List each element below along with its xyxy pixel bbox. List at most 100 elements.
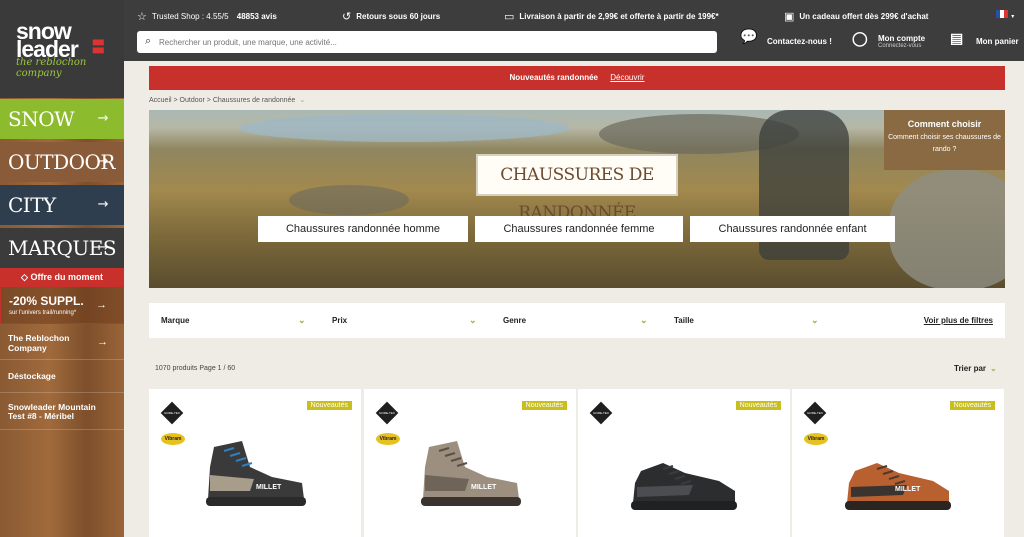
logo[interactable]: snow leader ■■ ■■ the reblochon company [0,0,124,98]
shoe-brand-text: MILLET [895,486,921,493]
sidebar-item-label: City [8,193,56,217]
filter-label: Prix [332,316,348,325]
hero-banner: Chaussures de randonnée Chaussures rando… [149,110,1005,288]
trusted-reviews: 48853 avis [236,12,277,21]
chevron-down-icon: ⌄ [299,97,306,104]
cadeau-info[interactable]: ▣ Un cadeau offert dès 299€ d'achat [784,10,928,23]
hiking-shoe-image: MILLET [206,441,306,506]
product-card[interactable]: Nouveautés GORE-TEX Vibram MILLET [149,389,361,537]
hero-lake [239,114,569,142]
sidebar-item-mountain-test[interactable]: Snowleader Mountain Test #8 - Méribel [0,394,124,430]
hero-rock [889,170,1005,288]
hiking-shoe-image: MILLET [845,463,951,510]
hiking-shoe-image: MILLET [421,441,521,506]
chevron-down-icon: ⌄ [990,364,997,373]
logo-tagline: the reblochon company [16,57,87,79]
product-card[interactable]: Nouveautés GORE-TEX Vibram MILLET [792,389,1004,537]
vibram-icon: Vibram [161,433,185,445]
arrow-right-icon: → [97,111,109,126]
retours-label: Retours sous 60 jours [356,12,441,21]
promo-item[interactable]: -20% SUPPL. sur l'univers trail/running*… [0,286,124,324]
hero-title: Chaussures de randonnée [476,154,678,223]
gore-tex-icon: GORE-TEX [589,401,613,425]
arrow-right-icon: → [97,240,109,255]
language-flag-icon[interactable]: ▾ [996,10,1014,20]
sort-dropdown[interactable]: Trier par ⌄ [954,364,997,373]
breadcrumb[interactable]: Accueil > Outdoor > Chaussures de randon… [149,96,305,104]
sidebar-item-label: The Reblochon Company [8,333,70,353]
sidebar-item-label: Déstockage [8,371,56,381]
logo-swiss-cross-icon: ■■ ■■ [92,35,104,57]
hero-button-femme[interactable]: Chaussures randonnée femme [475,216,683,242]
vibram-icon: Vibram [376,433,400,445]
guide-title: Comment choisir [907,119,982,129]
filter-label: Taille [674,316,694,325]
filter-label: Genre [503,316,527,325]
nouveautes-badge: Nouveautés [521,401,567,410]
retours-info[interactable]: ↺ Retours sous 60 jours [342,10,440,23]
more-filters-link[interactable]: Voir plus de filtres [924,303,993,338]
product-card[interactable]: Nouveautés GORE-TEX Vibram MILLET [364,389,576,537]
nouveautes-badge: Nouveautés [306,401,352,410]
filter-bar: Marque ⌄ Prix ⌄ Genre ⌄ Taille ⌄ Voir pl… [149,303,1005,338]
offre-du-moment-banner[interactable]: ◇ Offre du moment [0,268,124,286]
arrow-right-icon: → [96,299,107,311]
breadcrumb-text: Accueil > Outdoor > Chaussures de randon… [149,97,296,104]
filter-taille[interactable]: Taille ⌄ [674,303,822,338]
sidebar-item-label: Snowleader Mountain Test #8 - Méribel [8,402,96,421]
chevron-down-icon: ⌄ [640,315,648,325]
hero-button-enfant[interactable]: Chaussures randonnée enfant [690,216,895,242]
sidebar-item-city[interactable]: City → [0,185,124,225]
arrow-right-icon: → [97,154,109,169]
cart-icon: ▤ [950,30,964,46]
trusted-label: Trusted Shop : 4.55/5 [151,12,229,21]
shoe-sole [421,497,521,506]
product-card[interactable]: Nouveautés GORE-TEX [578,389,790,537]
promo-bar-text: Nouveautés randonnée [509,73,598,82]
search-input[interactable] [159,34,699,50]
hiking-shoe-image [631,463,737,510]
filter-label: Marque [161,316,190,325]
cart-label: Mon panier [976,37,1019,46]
arrow-right-icon: → [97,197,109,212]
livraison-info[interactable]: ▭ Livraison à partir de 2,99€ et offerte … [504,10,719,23]
gift-icon: ▣ [784,11,795,23]
search-bar[interactable]: ⌕ [137,31,717,53]
sort-label: Trier par [954,364,987,373]
cadeau-label: Un cadeau offert dès 299€ d'achat [799,12,929,21]
offre-label: Offre du moment [30,272,103,282]
sidebar-item-label: Snow [8,107,75,131]
filter-genre[interactable]: Genre ⌄ [503,303,651,338]
return-icon: ↺ [342,11,352,23]
arrow-right-icon: → [97,336,108,348]
livraison-label: Livraison à partir de 2,99€ et offerte à… [519,12,719,21]
chevron-down-icon: ▾ [1011,14,1015,20]
sidebar-item-marques[interactable]: Marques → [0,228,124,268]
hero-rock [289,185,409,215]
results-count: 1070 produits Page 1 / 60 [155,365,236,372]
sidebar-item-destockage[interactable]: Déstockage [0,361,124,393]
shoe-sole [206,497,306,506]
hero-button-homme[interactable]: Chaussures randonnée homme [258,216,468,242]
shoe-sole [631,501,737,510]
top-bar: ☆ Trusted Shop : 4.55/5 48853 avis ↺ Retou… [124,0,1024,61]
chevron-down-icon: ⌄ [811,315,819,325]
filter-marque[interactable]: Marque ⌄ [161,303,309,338]
guide-box[interactable]: Comment choisir Comment choisir ses chau… [884,110,1005,170]
nouveautes-badge: Nouveautés [949,401,995,410]
filter-prix[interactable]: Prix ⌄ [332,303,480,338]
contact-label: Contactez-nous ! [767,37,832,46]
nouveautes-badge: Nouveautés [735,401,781,410]
shoe-sole [845,501,951,510]
promo-bar-link[interactable]: Découvrir [610,73,644,82]
chevron-down-icon: ⌄ [469,315,477,325]
shoe-brand-text: MILLET [471,484,497,491]
promo-bar: Nouveautés randonnée Découvrir [149,66,1005,90]
sidebar-item-outdoor[interactable]: Outdoor → [0,142,124,182]
chevron-down-icon: ⌄ [298,315,306,325]
gore-tex-icon: GORE-TEX [160,401,184,425]
sidebar-item-reblochon[interactable]: The Reblochon Company → [0,325,124,360]
trusted-shop[interactable]: ☆ Trusted Shop : 4.55/5 48853 avis [137,10,277,23]
sidebar-item-snow[interactable]: Snow → [0,99,124,139]
shoe-brand-text: MILLET [256,484,282,491]
